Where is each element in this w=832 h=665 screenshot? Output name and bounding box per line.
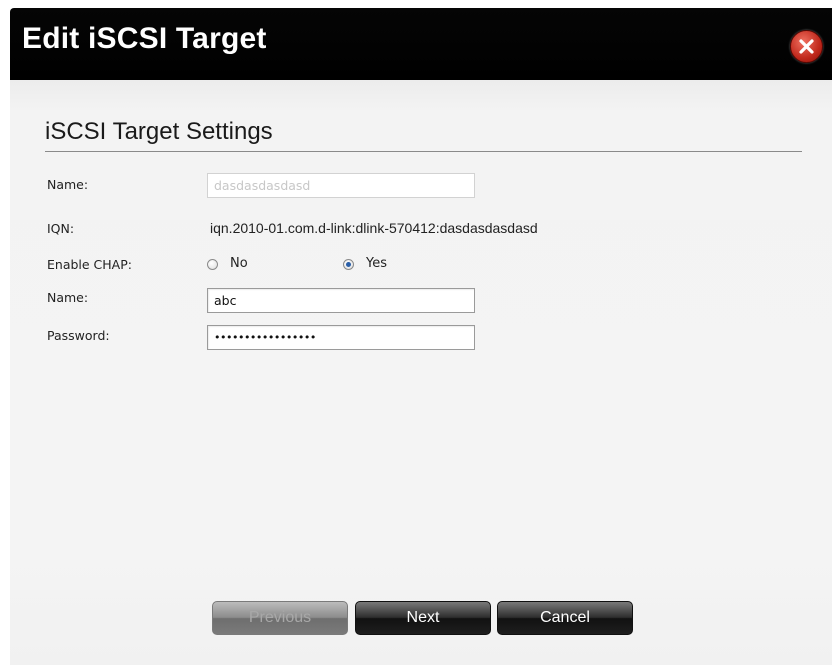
next-button[interactable]: Next xyxy=(355,601,491,635)
edit-iscsi-target-dialog: Edit iSCSI Target iSCSI Target Settings … xyxy=(0,0,832,665)
dialog-content: iSCSI Target Settings Name: dasdasdasdas… xyxy=(10,80,832,665)
section-divider xyxy=(45,151,802,152)
previous-button[interactable]: Previous xyxy=(212,601,348,635)
section-title: iSCSI Target Settings xyxy=(45,118,273,145)
close-icon[interactable] xyxy=(790,30,823,63)
dialog-titlebar: Edit iSCSI Target xyxy=(10,8,832,80)
password-label: Password: xyxy=(47,328,110,343)
chap-no-label: No xyxy=(230,256,248,271)
chap-name-label: Name: xyxy=(47,290,89,305)
password-input[interactable]: ••••••••••••••••• xyxy=(207,325,475,350)
dialog-title: Edit iSCSI Target xyxy=(22,22,267,55)
chap-no-radio[interactable] xyxy=(207,259,218,270)
target-name-label: Name: xyxy=(47,177,89,192)
close-x-glyph xyxy=(799,39,814,54)
iqn-value: iqn.2010-01.com.d-link:dlink-570412:dasd… xyxy=(210,220,538,236)
chap-yes-label: Yes xyxy=(366,256,387,271)
target-name-field: dasdasdasdasd xyxy=(207,173,475,198)
chap-name-input[interactable]: abc xyxy=(207,288,475,313)
cancel-button[interactable]: Cancel xyxy=(497,601,633,635)
enable-chap-label: Enable CHAP: xyxy=(47,257,132,272)
iqn-label: IQN: xyxy=(47,221,75,236)
chap-yes-radio[interactable] xyxy=(343,259,354,270)
